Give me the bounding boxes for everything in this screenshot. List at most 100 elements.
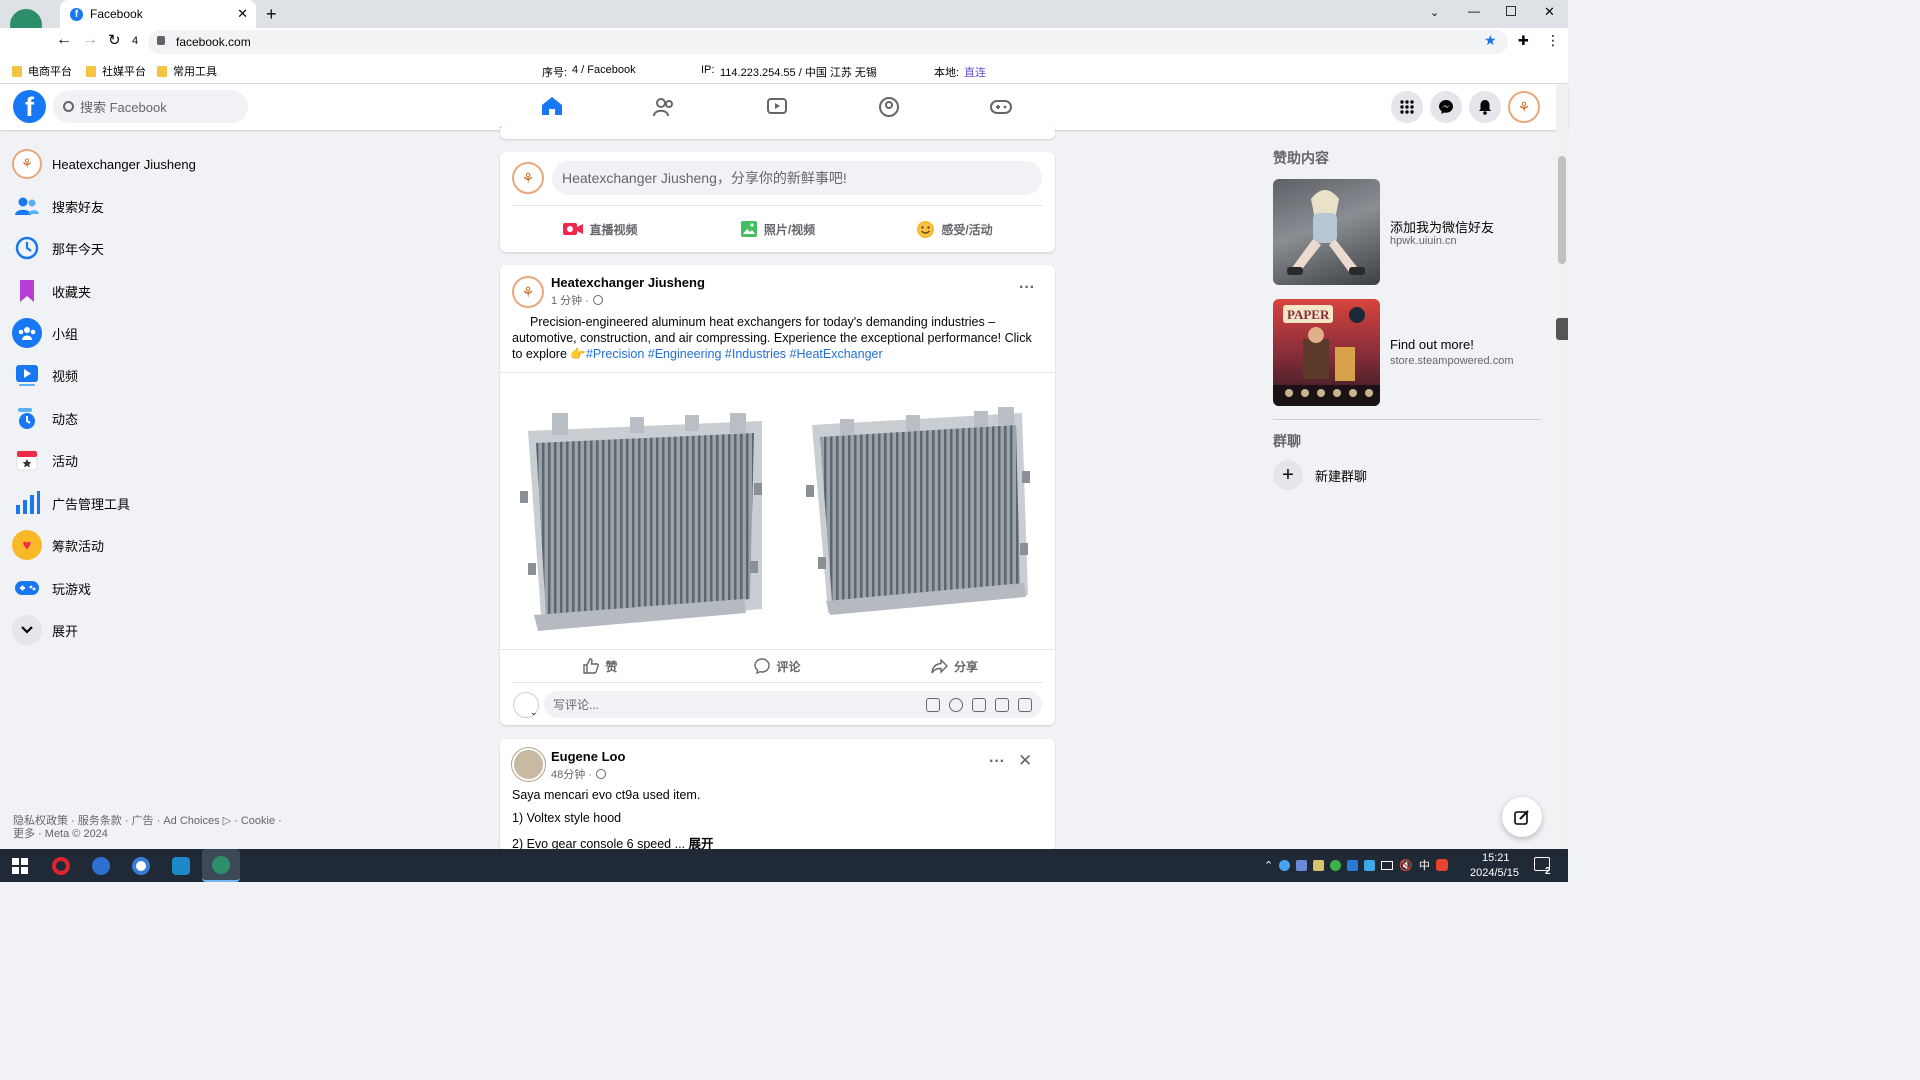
emoji-icon[interactable] [949,697,963,712]
browser-tab[interactable]: f Facebook ✕ [60,0,256,28]
tray-app-icon[interactable] [1364,859,1376,871]
sidebar-item-profile[interactable]: ⚘ Heatexchanger Jiusheng [12,146,262,182]
messenger-button[interactable] [1430,91,1462,123]
gif-icon[interactable] [995,697,1009,712]
footer-meta: 更多 · Meta © 2024 [13,828,108,840]
chat-app-icon[interactable] [127,853,155,879]
bookmark-folder-1[interactable]: 电商平台 [12,63,72,79]
sidebar-item-events[interactable]: 活动 [12,442,262,478]
browser-app-icon[interactable] [87,853,115,879]
composer-input[interactable]: Heatexchanger Jiusheng，分享你的新鲜事吧! [552,161,1042,195]
feeling-activity-label: 感受/活动 [941,222,993,237]
home-icon [542,96,562,115]
avatar-sticker-icon[interactable] [926,697,940,712]
notifications-button[interactable] [1469,91,1501,123]
clock-date[interactable]: 2024/5/15 [1470,867,1519,879]
sidebar-item-groups[interactable]: 小组 [12,315,262,351]
photo-video-button[interactable]: 照片/视频 [689,214,866,244]
post-author-avatar[interactable]: ⚘ [512,276,544,308]
sponsored-ad[interactable]: PAPER Find out more! store.steampowered.… [1273,299,1541,406]
extensions-icon[interactable]: ✚ [1518,33,1529,49]
feeling-activity-button[interactable]: 感受/活动 [866,214,1043,244]
ad-domain: hpwk.uiuin.cn [1390,235,1457,247]
tray-app-icon[interactable] [1279,859,1291,871]
post-author-name[interactable]: Heatexchanger Jiusheng [551,275,705,290]
sticker-icon[interactable] [1018,697,1032,712]
sidebar-item-label: 玩游戏 [52,581,92,597]
network-icon[interactable] [1381,860,1394,870]
tab-search-icon[interactable]: ⌄ [1430,6,1439,19]
clock-time[interactable]: 15:21 [1482,852,1510,864]
forward-icon[interactable]: → [82,31,98,49]
opera-app-icon[interactable] [47,853,75,879]
local-value: 直连 [964,67,986,79]
sidebar-item-memories[interactable]: 那年今天 [12,230,262,266]
wechat-tray-icon[interactable] [1330,859,1342,871]
bookmark-star-icon[interactable]: ★ [1484,32,1497,49]
camera-icon[interactable] [972,697,986,712]
composer-avatar[interactable]: ⚘ [512,162,544,194]
hide-post-icon[interactable]: ✕ [1018,751,1032,771]
close-window-icon[interactable]: ✕ [1544,4,1555,20]
back-icon[interactable]: ← [56,31,72,49]
restore-icon[interactable] [1506,6,1516,16]
edge-app-icon[interactable] [167,853,195,879]
post-image[interactable] [500,372,1055,650]
tray-expand-icon[interactable]: ⌃ [1264,859,1273,872]
url-text: facebook.com [176,35,251,49]
post-options-icon[interactable]: ··· [989,753,1005,771]
sidebar-item-fundraisers[interactable]: ♥ 筹款活动 [12,527,262,563]
chevron-down-icon[interactable]: ⌄ [530,707,538,718]
ime-indicator[interactable]: 中 [1419,857,1430,873]
post-author-name[interactable]: Eugene Loo [551,749,625,764]
sidebar-item-saved[interactable]: 收藏夹 [12,273,262,309]
comment-input[interactable]: 写评论... [544,691,1042,718]
bookmark-folder-2[interactable]: 社媒平台 [86,63,146,79]
new-message-button[interactable] [1502,797,1542,837]
post-time[interactable]: 1 分钟 · [551,292,589,308]
post-hashtags[interactable]: #Precision #Engineering #Industries #Hea… [586,347,883,361]
reload-icon[interactable]: ↻ [108,31,121,49]
sidebar-item-feeds[interactable]: 动态 [12,400,262,436]
browser-menu-icon[interactable]: ⋮ [1546,32,1560,49]
live-video-button[interactable]: 直播视频 [512,214,689,244]
address-bar[interactable] [148,30,1508,54]
scrollbar-thumb[interactable] [1558,156,1566,264]
facebook-logo[interactable]: f [13,90,46,123]
page-scrollbar[interactable] [1556,84,1568,849]
post-time[interactable]: 48分钟 · [551,766,592,782]
ip-value: 114.223.254.55 / 中国 江苏 无锡 [720,67,877,79]
composer-placeholder: Heatexchanger Jiusheng，分享你的新鲜事吧! [562,170,847,186]
search-box[interactable]: 搜索 Facebook [53,90,248,123]
sponsored-ad[interactable]: 添加我为微信好友 hpwk.uiuin.cn [1273,179,1541,285]
sidebar-item-video[interactable]: 视频 [12,357,262,393]
groups-icon [12,318,42,348]
profile-avatar: ⚘ [12,149,42,179]
like-button[interactable]: 赞 [512,653,689,679]
active-browser-app-icon[interactable] [202,849,240,882]
tray-app-icon[interactable] [1313,859,1325,871]
windows-start-icon[interactable] [12,858,28,874]
sidebar-item-find-friends[interactable]: 搜索好友 [12,188,262,224]
bookmark-folder-3[interactable]: 常用工具 [157,63,217,79]
new-tab-icon[interactable]: + [266,4,277,25]
post-options-icon[interactable]: ··· [1019,279,1035,297]
share-button[interactable]: 分享 [866,653,1043,679]
sidebar-item-ads-manager[interactable]: 广告管理工具 [12,485,262,521]
sidebar-item-see-more[interactable]: 展开 [12,612,262,648]
sogou-tray-icon[interactable] [1435,859,1448,871]
close-tab-icon[interactable]: ✕ [237,6,248,22]
sidebar-item-play-games[interactable]: 玩游戏 [12,570,262,606]
comment-button[interactable]: 评论 [689,653,866,679]
tray-app-icon[interactable] [1347,859,1359,871]
side-tab-handle[interactable] [1556,318,1568,340]
chevron-down-icon [12,615,42,645]
bookmark-label: 电商平台 [28,66,72,78]
minimize-icon[interactable]: — [1468,4,1480,18]
volume-muted-icon[interactable]: 🔇 [1399,859,1413,872]
post-author-avatar[interactable] [512,748,545,781]
new-group-chat-button[interactable]: + 新建群聊 [1273,460,1367,490]
tray-app-icon[interactable] [1296,859,1308,871]
menu-grid-button[interactable] [1391,91,1423,123]
profile-avatar[interactable]: ⚘ [1508,91,1540,123]
